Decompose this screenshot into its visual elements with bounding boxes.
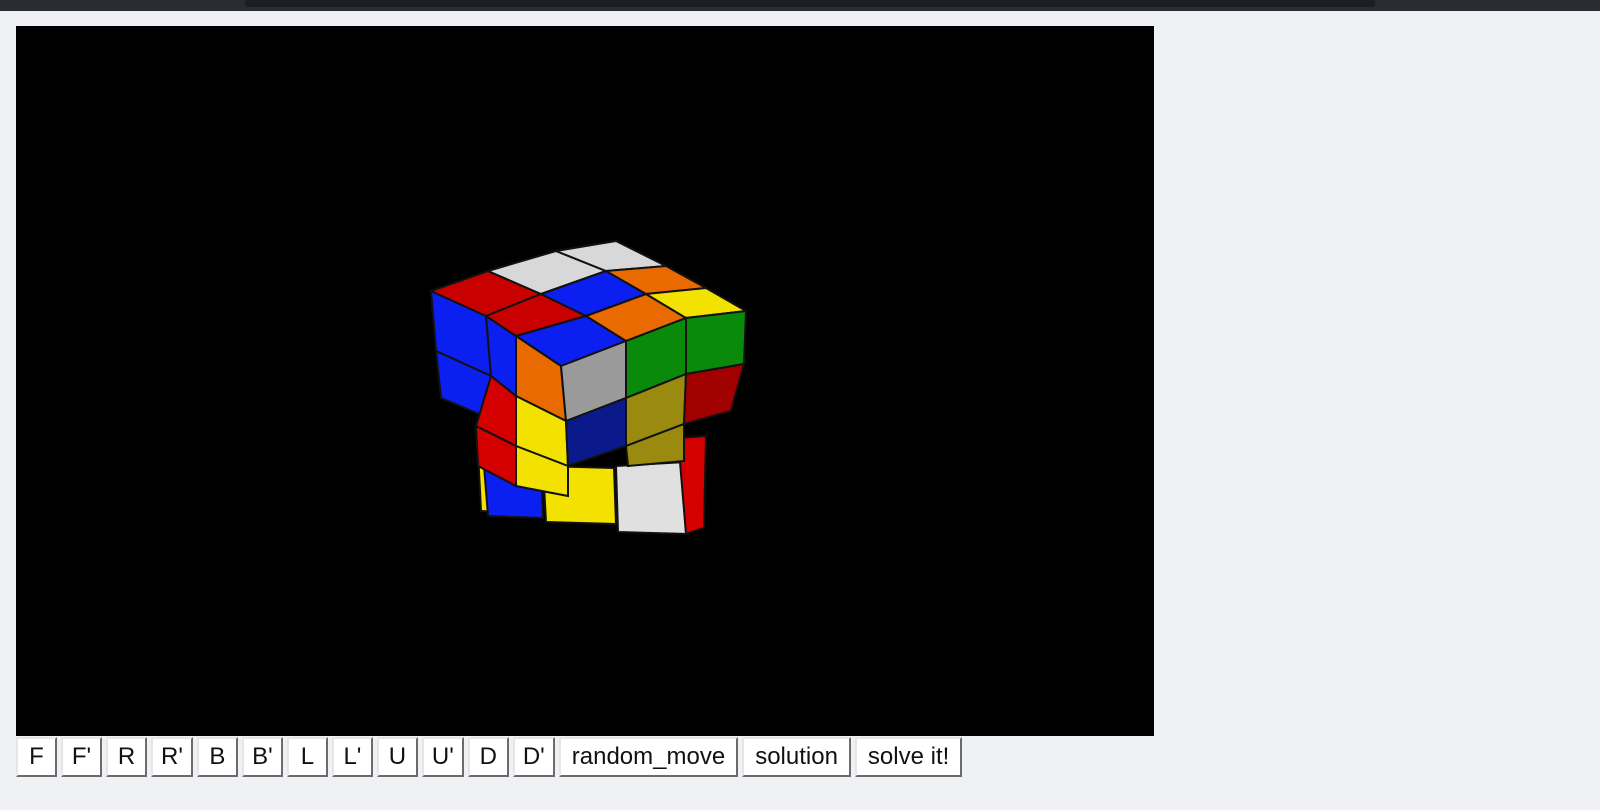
u-button[interactable]: U	[376, 737, 418, 777]
cube-3d-viewport[interactable]	[16, 26, 1154, 736]
d-prime-button[interactable]: D'	[512, 737, 555, 777]
f-prime-button[interactable]: F'	[61, 737, 102, 777]
f-button[interactable]: F	[16, 737, 57, 777]
solution-button[interactable]: solution	[742, 737, 851, 777]
d-button[interactable]: D	[467, 737, 509, 777]
rubiks-cube-render	[428, 239, 750, 536]
random-move-button[interactable]: random_move	[558, 737, 739, 777]
b-prime-button[interactable]: B'	[241, 737, 283, 777]
cube-facelet	[614, 460, 690, 536]
u-prime-button[interactable]: U'	[421, 737, 464, 777]
move-controls: F F' R R' B B' L L' U U' D D' random_move solution sol…	[16, 737, 963, 777]
l-button[interactable]: L	[286, 737, 328, 777]
browser-tab-strip	[245, 0, 1375, 7]
b-button[interactable]: B	[196, 737, 238, 777]
r-button[interactable]: R	[106, 737, 147, 777]
browser-top-bar	[0, 0, 1600, 11]
solve-it-button[interactable]: solve it!	[854, 737, 963, 777]
r-prime-button[interactable]: R'	[151, 737, 193, 777]
cube-facelet	[682, 362, 746, 426]
l-prime-button[interactable]: L'	[331, 737, 373, 777]
